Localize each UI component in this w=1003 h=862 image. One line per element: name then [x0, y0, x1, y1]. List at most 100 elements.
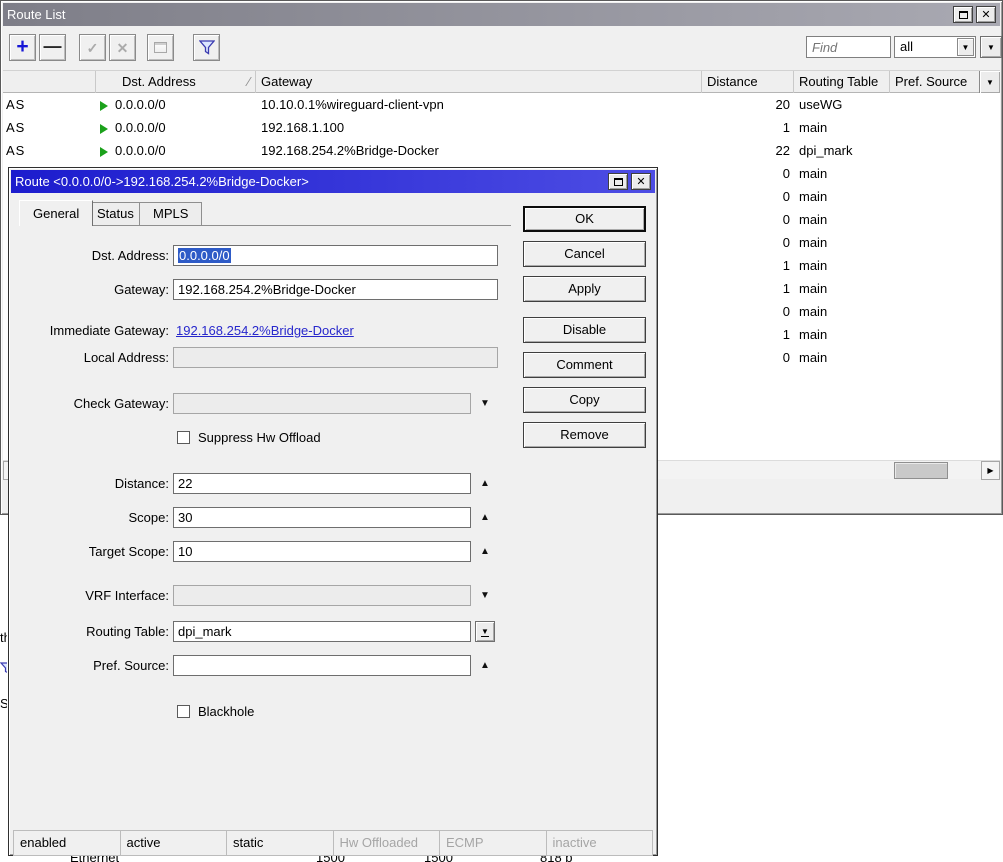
background-fragment: th [0, 630, 7, 645]
tab-general[interactable]: General [19, 200, 94, 226]
blackhole-checkbox[interactable] [177, 705, 190, 718]
route-list-titlebar[interactable]: Route List ✕ [3, 3, 1000, 26]
column-dst-address[interactable]: Dst. Address ∕ [96, 71, 256, 93]
row-dst-address: 0.0.0.0/0 [96, 93, 256, 116]
local-address-input [173, 347, 498, 368]
suppress-hw-offload-checkbox[interactable] [177, 431, 190, 444]
disable-button[interactable]: Disable [523, 317, 646, 343]
filter-scope-dropdown-button[interactable]: ▼ [957, 38, 974, 56]
comment-icon [154, 42, 167, 53]
screen: Route List ✕ + — ✓ ✕ all ▼ ▼ [0, 0, 1003, 862]
row-distance: 22 [775, 143, 790, 158]
row-distance: 0 [782, 304, 790, 319]
chevron-up-icon: ▲ [480, 660, 490, 671]
row-distance: 1 [782, 327, 790, 342]
check-icon: ✓ [86, 39, 99, 56]
table-row[interactable]: AS 0.0.0.0/0 192.168.254.2%Bridge-Docker 22… [3, 139, 1000, 162]
disable-route-button[interactable]: ✕ [109, 34, 136, 61]
target-scope-input[interactable]: 10 [173, 541, 471, 562]
toolbar-dropdown-button[interactable]: ▼ [980, 36, 1002, 58]
pref-source-expand-button[interactable]: ▲ [475, 655, 495, 676]
minus-icon: — [43, 36, 62, 56]
row-routing-table: main [799, 258, 828, 273]
enable-route-button[interactable]: ✓ [79, 34, 106, 61]
row-distance: 0 [782, 350, 790, 365]
status-ecmp: ECMP [439, 830, 547, 856]
column-chooser-button[interactable]: ▼ [979, 71, 1000, 93]
maximize-button[interactable] [953, 6, 973, 23]
immediate-gateway-link[interactable]: 192.168.254.2%Bridge-Docker [176, 320, 354, 341]
row-routing-table: main [799, 235, 828, 250]
column-routing-table[interactable]: Routing Table [794, 71, 890, 93]
apply-button[interactable]: Apply [523, 276, 646, 302]
chevron-up-icon: ▲ [480, 546, 490, 557]
row-routing-table: main [799, 189, 828, 204]
selected-text: 0.0.0.0/0 [178, 248, 231, 263]
check-gateway-dropdown-button[interactable]: ▼ [475, 393, 495, 414]
comment-route-button[interactable] [147, 34, 174, 61]
vrf-interface-dropdown-button[interactable]: ▼ [475, 585, 495, 606]
status-active: active [119, 830, 227, 856]
dialog-close-button[interactable]: ✕ [631, 173, 651, 190]
row-distance: 0 [782, 166, 790, 181]
gateway-label: Gateway: [114, 282, 169, 297]
filter-button[interactable] [193, 34, 220, 61]
scrollbar-thumb[interactable] [894, 462, 948, 479]
target-scope-expand-button[interactable]: ▲ [475, 541, 495, 562]
immediate-gateway-label: Immediate Gateway: [49, 323, 169, 338]
routing-table-input[interactable]: dpi_mark [173, 621, 471, 642]
dialog-maximize-button[interactable] [608, 173, 628, 190]
dst-address-input[interactable]: 0.0.0.0/0 [173, 245, 498, 266]
chevron-down-icon: ▼ [961, 42, 970, 52]
ok-button[interactable]: OK [523, 206, 646, 232]
remove-button[interactable]: Remove [523, 422, 646, 448]
row-routing-table: useWG [799, 97, 843, 112]
background-fragment: S [0, 696, 7, 711]
filter-scope-combobox[interactable]: all ▼ [894, 36, 976, 58]
row-flags: AS [6, 97, 26, 112]
distance-input[interactable]: 22 [173, 473, 471, 494]
distance-expand-button[interactable]: ▲ [475, 473, 495, 494]
cancel-button[interactable]: Cancel [523, 241, 646, 267]
filter-scope-value: all [900, 39, 914, 54]
local-address-label: Local Address: [83, 350, 169, 365]
routing-table-dropdown-button[interactable]: ▼ [475, 621, 495, 642]
check-gateway-label: Check Gateway: [73, 396, 169, 411]
column-distance[interactable]: Distance [702, 71, 794, 93]
table-row[interactable]: AS 0.0.0.0/0 10.10.0.1%wireguard-client-vp… [3, 93, 1000, 116]
status-hw-offloaded: Hw Offloaded [332, 830, 440, 856]
pref-source-input[interactable] [173, 655, 471, 676]
row-gateway: 10.10.0.1%wireguard-client-vpn [261, 97, 444, 112]
copy-button[interactable]: Copy [523, 387, 646, 413]
sort-ascending-icon: ∕ [247, 74, 250, 89]
comment-button[interactable]: Comment [523, 352, 646, 378]
remove-route-button[interactable]: — [39, 34, 66, 61]
row-distance: 0 [782, 235, 790, 250]
row-routing-table: main [799, 350, 828, 365]
close-icon: ✕ [636, 176, 646, 188]
row-routing-table: main [799, 327, 828, 342]
row-routing-table: main [799, 281, 828, 296]
column-flags[interactable] [3, 71, 96, 93]
scope-expand-button[interactable]: ▲ [475, 507, 495, 528]
row-routing-table: main [799, 166, 828, 181]
row-distance: 1 [782, 258, 790, 273]
find-input[interactable] [806, 36, 891, 58]
gateway-input[interactable]: 192.168.254.2%Bridge-Docker [173, 279, 498, 300]
scope-label: Scope: [128, 510, 169, 525]
row-flags: AS [6, 143, 26, 158]
column-pref-source[interactable]: Pref. Source [890, 71, 984, 93]
add-route-button[interactable]: + [9, 34, 36, 61]
pref-source-label: Pref. Source: [93, 658, 169, 673]
close-button[interactable]: ✕ [976, 6, 996, 23]
tab-mpls[interactable]: MPLS [139, 202, 203, 225]
scroll-right-button[interactable]: ▶ [981, 461, 1000, 480]
active-route-icon [100, 123, 108, 134]
scope-input[interactable]: 30 [173, 507, 471, 528]
table-row[interactable]: AS 0.0.0.0/0 192.168.1.100 1 main [3, 116, 1000, 139]
column-gateway[interactable]: Gateway [256, 71, 702, 93]
row-distance: 20 [775, 97, 790, 112]
window-title: Route List [7, 7, 66, 22]
dialog-title: Route <0.0.0.0/0->192.168.254.2%Bridge-D… [15, 174, 309, 189]
route-dialog-titlebar[interactable]: Route <0.0.0.0/0->192.168.254.2%Bridge-D… [11, 170, 655, 193]
